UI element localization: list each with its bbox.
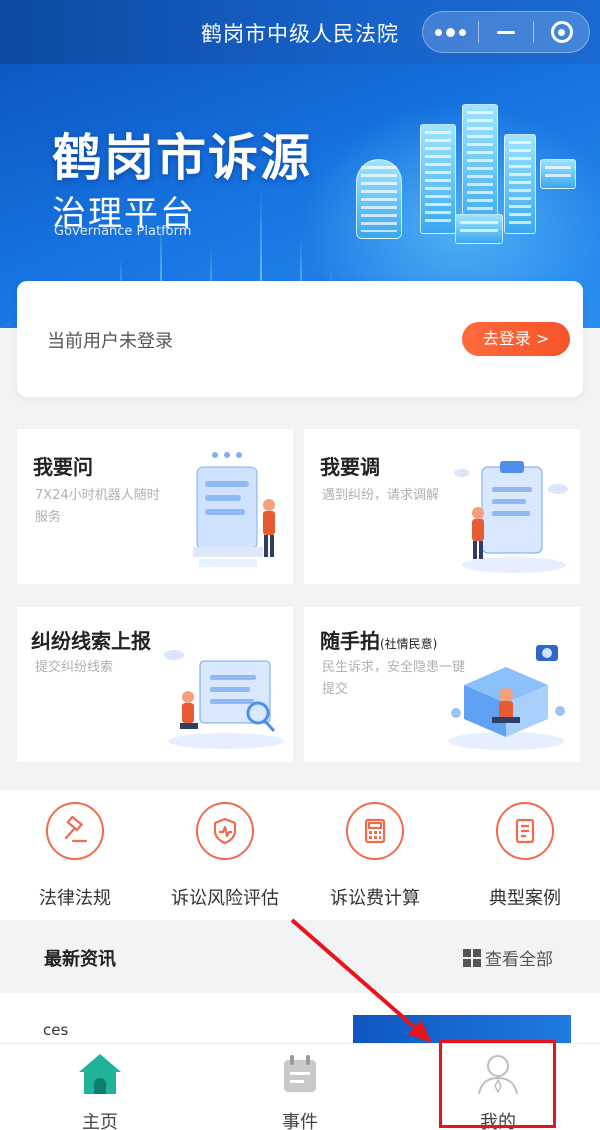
annotation-highlight-box — [439, 1040, 556, 1128]
annotation-arrow — [290, 918, 432, 1043]
